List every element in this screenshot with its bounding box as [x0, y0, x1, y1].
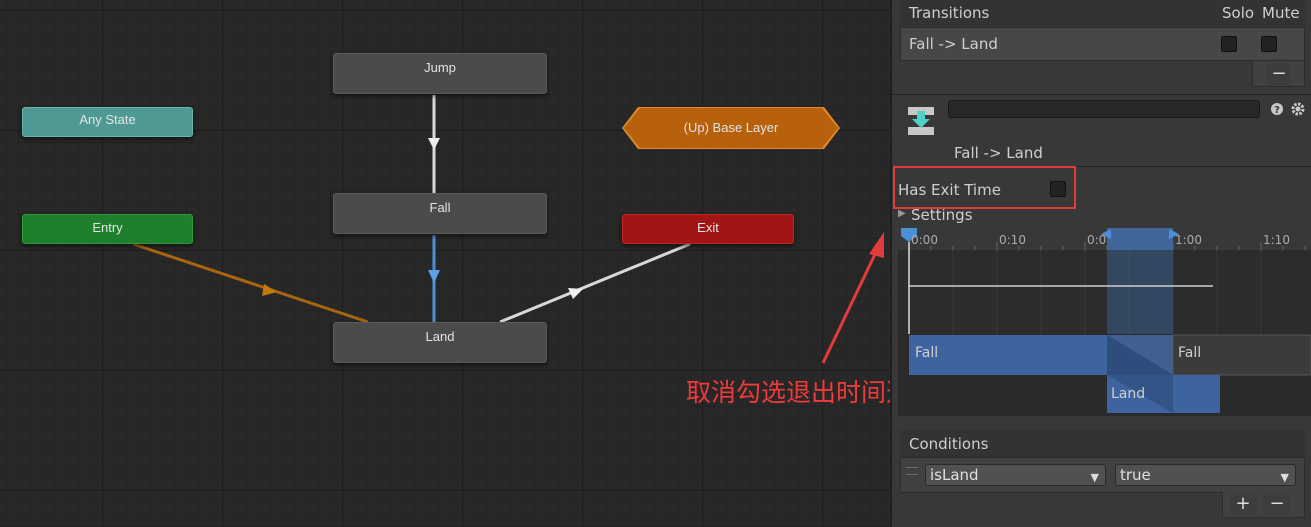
state-fall-label: Fall: [429, 200, 451, 215]
inspector-panel: Transitions Solo Mute Fall -> Land − ? F…: [890, 0, 1311, 527]
remove-condition-button[interactable]: −: [1263, 493, 1291, 515]
state-land[interactable]: Land: [333, 322, 547, 363]
timeline-tick-2: 0:0: [1087, 233, 1107, 247]
state-exit[interactable]: Exit: [622, 214, 794, 244]
any-state-label: Any State: [79, 112, 136, 127]
state-base-layer[interactable]: (Up) Base Layer: [624, 108, 838, 148]
solo-column-label: Solo: [1222, 4, 1255, 22]
state-fall[interactable]: Fall: [333, 193, 547, 234]
source-clip-after-label: Fall: [1178, 345, 1202, 361]
exit-label: Exit: [697, 220, 719, 235]
transitions-title: Transitions: [909, 4, 990, 22]
annotation-arrow-head-icon: [869, 232, 884, 258]
condition-parameter-dropdown[interactable]: isLand ▼: [925, 464, 1106, 486]
mute-checkbox[interactable]: [1261, 36, 1277, 52]
foldout-arrow-icon: ▶: [898, 208, 906, 219]
remove-transition-button[interactable]: −: [1267, 63, 1291, 85]
state-jump[interactable]: Jump: [333, 53, 547, 94]
transition-entry-land[interactable]: [132, 242, 369, 324]
transition-icon: [908, 107, 934, 135]
condition-value: true: [1120, 466, 1151, 484]
state-land-label: Land: [425, 329, 455, 344]
state-jump-label: Jump: [424, 60, 456, 75]
chevron-down-icon: ▼: [1280, 471, 1289, 484]
has-exit-time-checkbox[interactable]: [1050, 181, 1066, 197]
transition-arrow-icon: [428, 270, 440, 283]
divider: [892, 166, 1311, 167]
annotation-text: 取消勾选退出时间选项: [686, 378, 890, 407]
transition-name-field[interactable]: [948, 100, 1260, 118]
drag-handle-icon[interactable]: [906, 467, 918, 475]
condition-value-dropdown[interactable]: true ▼: [1115, 464, 1296, 486]
state-entry[interactable]: Entry: [22, 214, 193, 244]
timeline-tick-1: 0:10: [999, 233, 1026, 247]
condition-parameter-value: isLand: [930, 466, 979, 484]
transitions-list: Fall -> Land: [900, 27, 1305, 61]
timeline-tick-3: 1:00: [1175, 233, 1202, 247]
conditions-footer: + −: [1222, 492, 1305, 518]
transitions-header: Transitions Solo Mute: [900, 0, 1305, 26]
transition-list-item[interactable]: Fall -> Land: [901, 28, 1304, 60]
source-clip-label: Fall: [915, 345, 939, 361]
state-any-state[interactable]: Any State: [22, 107, 193, 137]
settings-foldout[interactable]: ▶ Settings: [896, 206, 1096, 224]
transition-arrow-icon: [428, 138, 440, 150]
conditions-list: isLand ▼ true ▼: [900, 457, 1305, 493]
conditions-title: Conditions: [909, 435, 989, 453]
mute-column-label: Mute: [1262, 4, 1300, 22]
settings-label: Settings: [911, 206, 973, 224]
transition-land-exit[interactable]: [499, 242, 691, 324]
timeline-tick-4: 1:10: [1263, 233, 1290, 247]
solo-checkbox[interactable]: [1221, 36, 1237, 52]
divider: [892, 94, 1311, 95]
chevron-down-icon: ▼: [1090, 471, 1099, 484]
dest-clip-label: Land: [1111, 386, 1146, 402]
timeline-tick-0: 0:00: [911, 233, 938, 247]
has-exit-time-label: Has Exit Time: [898, 181, 1001, 199]
entry-label: Entry: [92, 220, 123, 235]
help-icon[interactable]: ?: [1270, 102, 1284, 116]
transition-item-label: Fall -> Land: [909, 35, 998, 53]
transition-heading: Fall -> Land: [954, 144, 1043, 162]
add-condition-button[interactable]: +: [1229, 493, 1257, 515]
timeline-graphics: [898, 228, 1311, 416]
base-layer-label: (Up) Base Layer: [683, 120, 779, 135]
animator-graph[interactable]: Jump Fall Land Any State Entry Exit (Up)…: [0, 0, 890, 527]
annotation-arrow: [821, 247, 880, 364]
transition-timeline[interactable]: 0:00 0:10 0:0 1:00 1:10 Fall Fall Land: [898, 228, 1311, 416]
transitions-footer: −: [1252, 61, 1305, 87]
svg-text:?: ?: [1274, 105, 1280, 116]
gear-icon[interactable]: [1290, 101, 1306, 117]
conditions-header: Conditions: [900, 430, 1305, 457]
